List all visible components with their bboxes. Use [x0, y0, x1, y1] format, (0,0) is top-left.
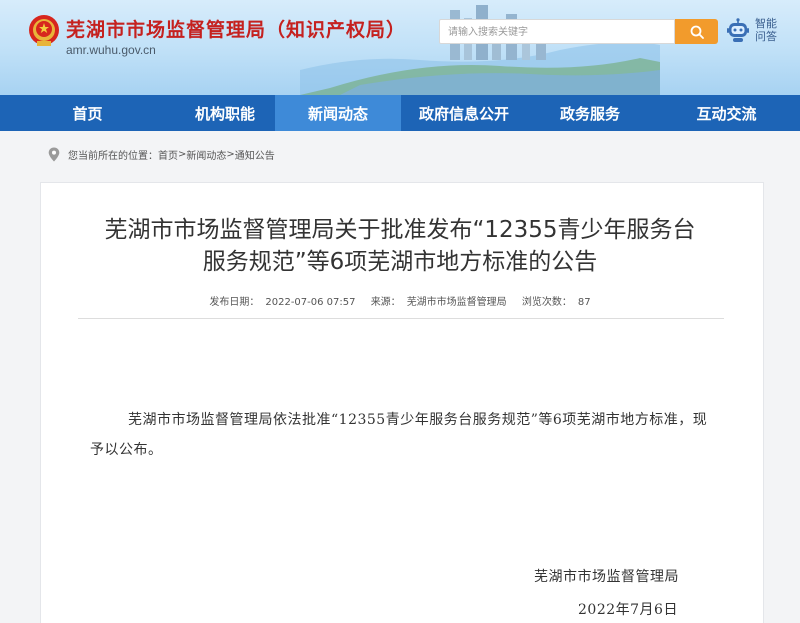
breadcrumb-prefix: 您当前所在的位置： — [68, 150, 158, 162]
search-button[interactable] — [675, 19, 718, 44]
title-divider — [78, 318, 724, 319]
breadcrumb-home[interactable]: 首页 — [158, 147, 178, 162]
article-title-line2: 服务规范”等6项芜湖市地方标准的公告 — [202, 249, 598, 275]
views-label: 浏览次数： — [521, 297, 572, 308]
robot-icon[interactable] — [725, 18, 751, 44]
publish-date-label: 发布日期： — [209, 297, 260, 308]
signature-org: 芜湖市市场监督管理局 — [534, 569, 679, 585]
signature-date: 2022年7月6日 — [578, 602, 678, 618]
article-title: 芜湖市市场监督管理局关于批准发布“12355青少年服务台 服务规范”等6项芜湖市… — [0, 214, 800, 278]
nav-item-gov-services[interactable]: 政务服务 — [527, 95, 653, 131]
article-source: 芜湖市市场监督管理局 — [406, 297, 507, 308]
article-meta: 发布日期： 2022-07-06 07:57 来源： 芜湖市市场监督管理局 浏览次数… — [0, 293, 800, 308]
main-nav: 首页 机构职能 新闻动态 政府信息公开 政务服务 互动交流 — [0, 95, 800, 131]
location-pin-icon — [48, 147, 60, 161]
site-domain: amr.wuhu.gov.cn — [66, 43, 156, 57]
source-label: 来源： — [370, 297, 401, 308]
breadcrumb: 您当前所在的位置： 首页 > 新闻动态 > 通知公告 — [48, 145, 275, 163]
search-input[interactable] — [440, 21, 674, 44]
breadcrumb-news[interactable]: 新闻动态 — [186, 147, 226, 162]
view-count: 87 — [577, 297, 591, 308]
article-title-line1: 芜湖市市场监督管理局关于批准发布“12355青少年服务台 — [104, 217, 696, 243]
search-icon — [690, 25, 704, 39]
nav-item-news[interactable]: 新闻动态 — [275, 95, 401, 131]
breadcrumb-notices[interactable]: 通知公告 — [235, 147, 275, 162]
site-header: 芜湖市市场监督管理局（知识产权局） amr.wuhu.gov.cn 智能问答 — [0, 0, 800, 95]
article-body: 芜湖市市场监督管理局依法批准“12355青少年服务台服务规范”等6项芜湖市地方标… — [90, 412, 708, 458]
national-emblem-icon — [29, 15, 59, 46]
site-title[interactable]: 芜湖市市场监督管理局（知识产权局） — [66, 15, 406, 42]
search-box — [439, 19, 675, 44]
breadcrumb-separator: > — [226, 148, 235, 160]
nav-item-home[interactable]: 首页 — [0, 95, 175, 131]
publish-date: 2022-07-06 07:57 — [265, 297, 356, 308]
nav-item-interaction[interactable]: 互动交流 — [653, 95, 800, 131]
nav-item-org-functions[interactable]: 机构职能 — [175, 95, 275, 131]
smart-qa-label[interactable]: 智能问答 — [754, 17, 778, 43]
breadcrumb-separator: > — [178, 148, 187, 160]
nav-item-gov-info[interactable]: 政府信息公开 — [401, 95, 527, 131]
